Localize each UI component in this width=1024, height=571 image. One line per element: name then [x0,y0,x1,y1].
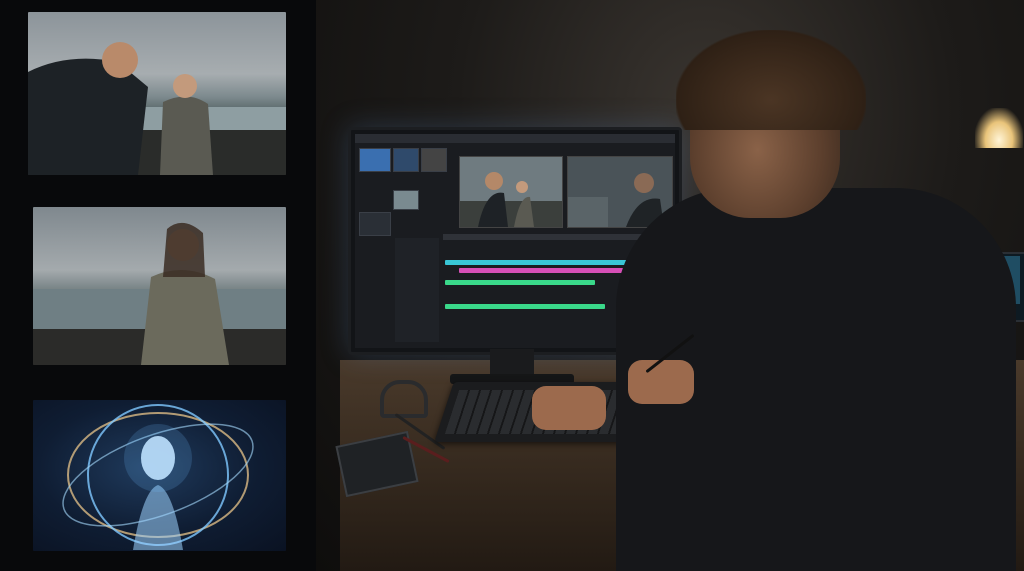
man-head [102,42,138,78]
timeline-track-video-2 [459,268,629,273]
woman-head [173,74,197,98]
desk-lamp-light [975,108,1023,148]
timeline-track-headers [395,238,439,342]
storyboard-frame-3 [33,400,286,551]
storyboard-frame-1 [28,12,286,175]
source-viewer [459,156,563,228]
ghost-body [133,485,183,550]
storyboard-frame-2 [33,207,286,365]
media-thumbnail [421,148,447,172]
curly-hair [676,30,866,130]
frame-1-scene [28,42,286,175]
media-thumbnail [359,212,391,236]
monitor-stand [490,349,534,377]
timeline-track-audio-1 [445,280,595,285]
frame-2-scene [33,222,286,365]
media-thumbnail [359,148,391,172]
photo-canvas [0,0,1024,571]
woman-hair [163,222,205,277]
frame-3-scene [62,404,254,550]
editor-menu-bar [355,134,675,143]
headphones [380,380,428,418]
woman-silhouette [160,96,213,175]
left-hand [532,386,606,430]
right-hand [628,360,694,404]
timeline-track-audio-2 [445,304,605,309]
glow-halo [124,424,192,492]
man-silhouette [28,58,148,175]
woman-silhouette [141,269,229,365]
media-thumbnail [393,190,419,210]
storyboard-strip [0,0,316,571]
media-thumbnail [393,148,419,172]
